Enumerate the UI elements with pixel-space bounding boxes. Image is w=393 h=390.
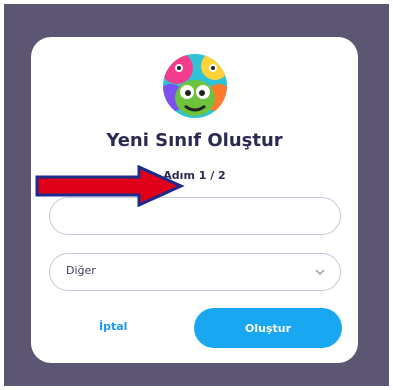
- class-avatar-icon: [163, 54, 227, 118]
- create-button[interactable]: Oluştur: [194, 308, 342, 348]
- dialog-title: Yeni Sınıf Oluştur: [106, 130, 283, 151]
- category-selected-value: Diğer: [66, 264, 96, 277]
- cancel-button[interactable]: İptal: [99, 320, 127, 333]
- annotation-arrow-icon: [35, 165, 185, 207]
- chevron-down-icon: [315, 269, 325, 276]
- category-select[interactable]: Diğer: [49, 253, 341, 291]
